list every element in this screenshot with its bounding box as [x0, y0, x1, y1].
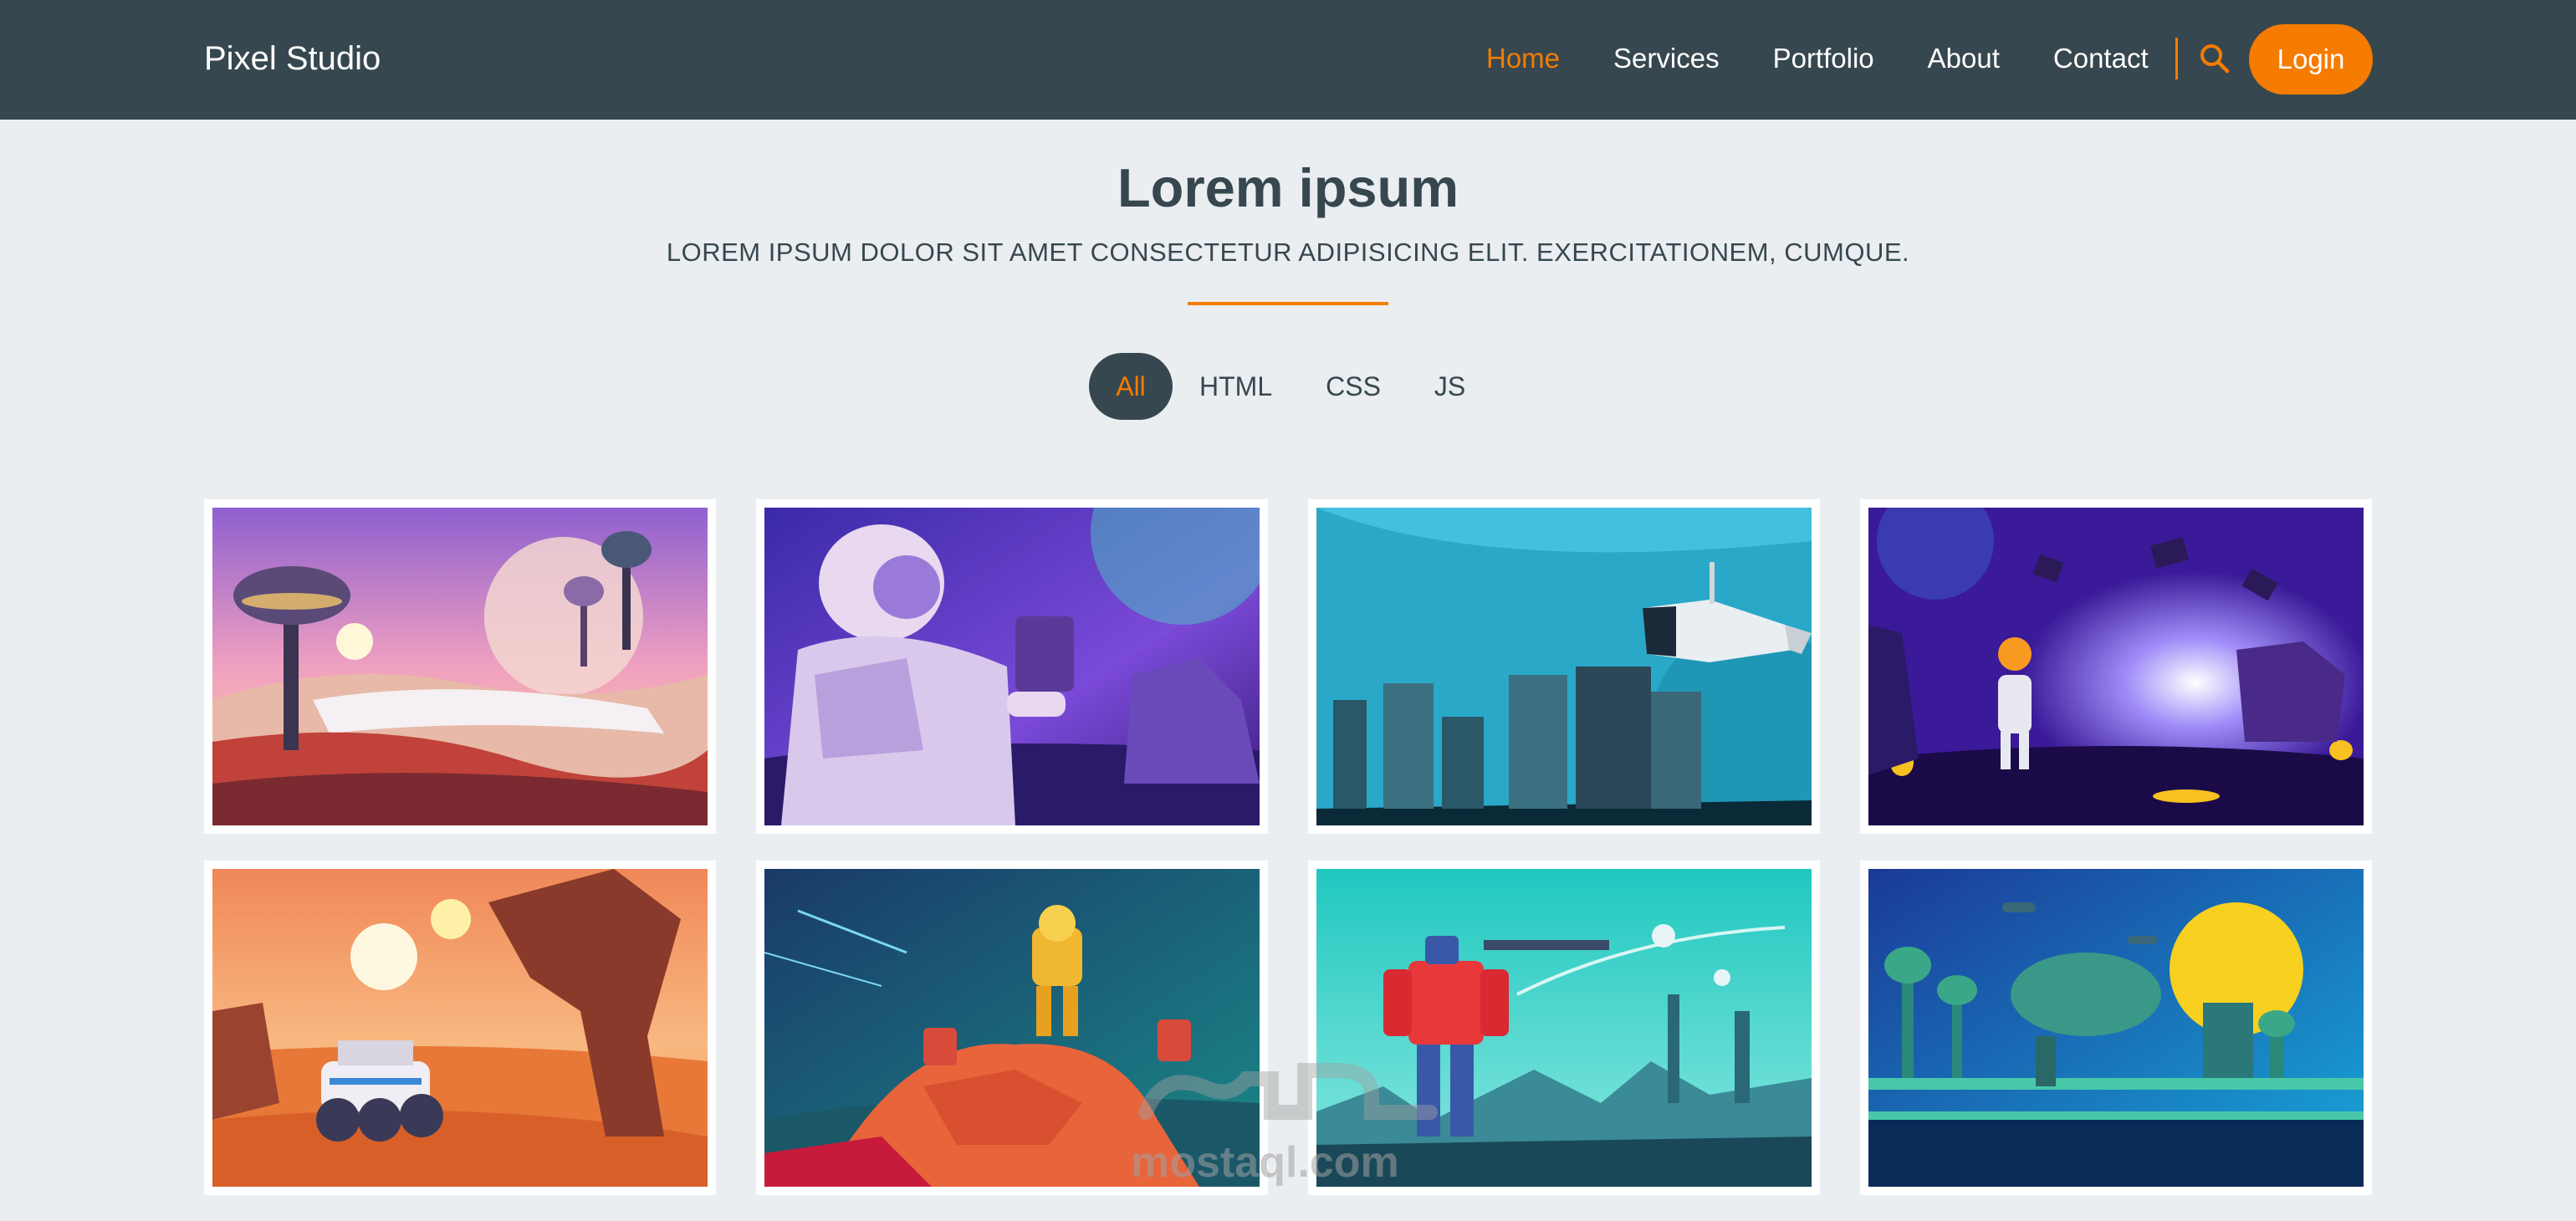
filter-bar: All HTML CSS JS	[1089, 353, 1492, 420]
login-button[interactable]: Login	[2249, 24, 2373, 95]
filter-css-button[interactable]: CSS	[1299, 353, 1408, 420]
filter-js-button[interactable]: JS	[1408, 353, 1492, 420]
gallery-image[interactable]	[1868, 508, 2364, 825]
nav-divider	[2175, 38, 2178, 79]
nav-link-portfolio[interactable]: Portfolio	[1773, 33, 1874, 84]
gallery-image[interactable]	[212, 508, 708, 825]
navbar: Pixel Studio Home Services Portfolio Abo…	[0, 0, 2576, 120]
gallery-image[interactable]	[1316, 508, 1812, 825]
gallery-image[interactable]	[764, 869, 1260, 1187]
gallery-item[interactable]	[1860, 861, 2372, 1195]
nav-link-about[interactable]: About	[1928, 33, 2000, 84]
nav-link-contact[interactable]: Contact	[2053, 33, 2149, 84]
brand-logo[interactable]: Pixel Studio	[204, 33, 381, 84]
nav-link-home[interactable]: Home	[1486, 33, 1560, 84]
nav-link-services[interactable]: Services	[1613, 33, 1720, 84]
gallery-item[interactable]	[1308, 499, 1820, 834]
page-title: Lorem ipsum	[1117, 157, 1459, 218]
gallery-image[interactable]	[212, 869, 708, 1187]
filter-html-button[interactable]: HTML	[1173, 353, 1299, 420]
gallery-image[interactable]	[1316, 869, 1812, 1187]
main-nav: Home Services Portfolio About Contact	[1486, 33, 2265, 84]
gallery-item[interactable]	[756, 861, 1268, 1195]
gallery-item[interactable]	[204, 499, 716, 834]
gallery-image[interactable]	[1868, 869, 2364, 1187]
title-underline	[1188, 302, 1388, 305]
gallery-item[interactable]	[1860, 499, 2372, 834]
search-icon[interactable]	[2198, 42, 2231, 75]
gallery-item[interactable]	[1308, 861, 1820, 1195]
page-subtitle: LOREM IPSUM DOLOR SIT AMET CONSECTETUR A…	[666, 238, 1910, 267]
gallery-image[interactable]	[764, 508, 1260, 825]
filter-all-button[interactable]: All	[1089, 353, 1173, 420]
gallery-item[interactable]	[756, 499, 1268, 834]
gallery-item[interactable]	[204, 861, 716, 1195]
